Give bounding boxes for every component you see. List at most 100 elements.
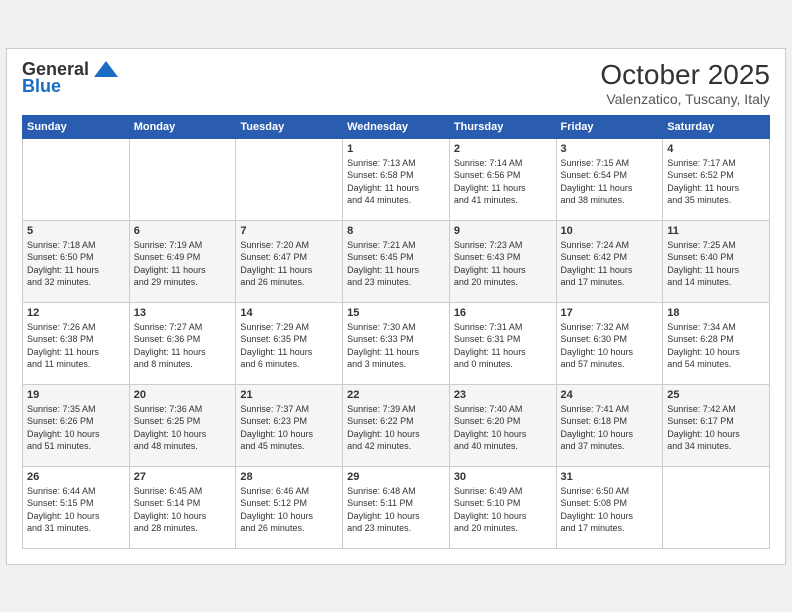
day-number: 17 xyxy=(561,307,659,319)
header-friday: Friday xyxy=(556,115,663,138)
day-number: 14 xyxy=(240,307,338,319)
weekday-header-row: Sunday Monday Tuesday Wednesday Thursday… xyxy=(23,115,770,138)
day-cell: 3 Sunrise: 7:15 AM Sunset: 6:54 PM Daylig… xyxy=(556,138,663,220)
day-info: Sunrise: 7:25 AM Sunset: 6:40 PM Dayligh… xyxy=(667,239,765,289)
day-cell: 22 Sunrise: 7:39 AM Sunset: 6:22 PM Dayli… xyxy=(343,384,450,466)
day-number: 13 xyxy=(134,307,232,319)
day-cell: 17 Sunrise: 7:32 AM Sunset: 6:30 PM Dayli… xyxy=(556,302,663,384)
day-info: Sunrise: 7:32 AM Sunset: 6:30 PM Dayligh… xyxy=(561,321,659,371)
header-wednesday: Wednesday xyxy=(343,115,450,138)
day-cell: 20 Sunrise: 7:36 AM Sunset: 6:25 PM Dayli… xyxy=(129,384,236,466)
header-sunday: Sunday xyxy=(23,115,130,138)
day-info: Sunrise: 7:29 AM Sunset: 6:35 PM Dayligh… xyxy=(240,321,338,371)
day-info: Sunrise: 7:41 AM Sunset: 6:18 PM Dayligh… xyxy=(561,403,659,453)
day-number: 10 xyxy=(561,225,659,237)
day-cell: 13Sunrise: 7:27 AM Sunset: 6:36 PM Dayli… xyxy=(129,302,236,384)
day-cell xyxy=(663,466,770,548)
day-number: 27 xyxy=(134,471,232,483)
day-number: 2 xyxy=(454,143,552,155)
day-cell: 28Sunrise: 6:46 AM Sunset: 5:12 PM Dayli… xyxy=(236,466,343,548)
day-info: Sunrise: 7:39 AM Sunset: 6:22 PM Dayligh… xyxy=(347,403,445,453)
calendar-container: General Blue October 2025 Valenzatico, T… xyxy=(6,48,786,565)
week-row-3: 12 Sunrise: 7:26 AM Sunset: 6:38 PM Dayli… xyxy=(23,302,770,384)
day-number: 11 xyxy=(667,225,765,237)
day-info: Sunrise: 7:15 AM Sunset: 6:54 PM Dayligh… xyxy=(561,157,659,207)
day-info: Sunrise: 7:42 AM Sunset: 6:17 PM Dayligh… xyxy=(667,403,765,453)
day-cell xyxy=(236,138,343,220)
day-number: 26 xyxy=(27,471,125,483)
day-info: Sunrise: 7:37 AM Sunset: 6:23 PM Dayligh… xyxy=(240,403,338,453)
day-number: 19 xyxy=(27,389,125,401)
day-cell: 4Sunrise: 7:17 AM Sunset: 6:52 PM Daylig… xyxy=(663,138,770,220)
day-info: Sunrise: 7:13 AM Sunset: 6:58 PM Dayligh… xyxy=(347,157,445,207)
day-info: Sunrise: 7:21 AM Sunset: 6:45 PM Dayligh… xyxy=(347,239,445,289)
day-cell: 23 Sunrise: 7:40 AM Sunset: 6:20 PM Dayli… xyxy=(449,384,556,466)
calendar-body: 1 Sunrise: 7:13 AM Sunset: 6:58 PM Daylig… xyxy=(23,138,770,548)
header-tuesday: Tuesday xyxy=(236,115,343,138)
day-number: 30 xyxy=(454,471,552,483)
day-cell: 5Sunrise: 7:18 AM Sunset: 6:50 PM Daylig… xyxy=(23,220,130,302)
day-number: 24 xyxy=(561,389,659,401)
day-info: Sunrise: 7:36 AM Sunset: 6:25 PM Dayligh… xyxy=(134,403,232,453)
month-title: October 2025 xyxy=(600,59,770,91)
day-number: 21 xyxy=(240,389,338,401)
day-cell: 11 Sunrise: 7:25 AM Sunset: 6:40 PM Dayli… xyxy=(663,220,770,302)
day-info: Sunrise: 6:45 AM Sunset: 5:14 PM Dayligh… xyxy=(134,485,232,535)
day-cell: 31 Sunrise: 6:50 AM Sunset: 5:08 PM Dayli… xyxy=(556,466,663,548)
day-cell: 6 Sunrise: 7:19 AM Sunset: 6:49 PM Daylig… xyxy=(129,220,236,302)
day-cell: 19 Sunrise: 7:35 AM Sunset: 6:26 PM Dayli… xyxy=(23,384,130,466)
day-number: 22 xyxy=(347,389,445,401)
day-cell: 15 Sunrise: 7:30 AM Sunset: 6:33 PM Dayli… xyxy=(343,302,450,384)
day-cell: 16Sunrise: 7:31 AM Sunset: 6:31 PM Dayli… xyxy=(449,302,556,384)
day-number: 3 xyxy=(561,143,659,155)
day-cell: 21 Sunrise: 7:37 AM Sunset: 6:23 PM Dayli… xyxy=(236,384,343,466)
day-cell: 9 Sunrise: 7:23 AM Sunset: 6:43 PM Daylig… xyxy=(449,220,556,302)
day-cell: 26 Sunrise: 6:44 AM Sunset: 5:15 PM Dayli… xyxy=(23,466,130,548)
day-number: 6 xyxy=(134,225,232,237)
header-area: General Blue October 2025 Valenzatico, T… xyxy=(22,59,770,107)
day-cell: 30 Sunrise: 6:49 AM Sunset: 5:10 PM Dayli… xyxy=(449,466,556,548)
title-area: October 2025 Valenzatico, Tuscany, Italy xyxy=(600,59,770,107)
header-thursday: Thursday xyxy=(449,115,556,138)
day-info: Sunrise: 7:17 AM Sunset: 6:52 PM Dayligh… xyxy=(667,157,765,207)
day-cell xyxy=(129,138,236,220)
day-info: Sunrise: 6:46 AM Sunset: 5:12 PM Dayligh… xyxy=(240,485,338,535)
day-number: 1 xyxy=(347,143,445,155)
day-info: Sunrise: 7:40 AM Sunset: 6:20 PM Dayligh… xyxy=(454,403,552,453)
day-cell: 18Sunrise: 7:34 AM Sunset: 6:28 PM Dayli… xyxy=(663,302,770,384)
day-info: Sunrise: 7:31 AM Sunset: 6:31 PM Dayligh… xyxy=(454,321,552,371)
day-number: 20 xyxy=(134,389,232,401)
day-number: 9 xyxy=(454,225,552,237)
day-info: Sunrise: 7:24 AM Sunset: 6:42 PM Dayligh… xyxy=(561,239,659,289)
day-info: Sunrise: 7:14 AM Sunset: 6:56 PM Dayligh… xyxy=(454,157,552,207)
day-info: Sunrise: 7:30 AM Sunset: 6:33 PM Dayligh… xyxy=(347,321,445,371)
day-number: 18 xyxy=(667,307,765,319)
week-row-5: 26 Sunrise: 6:44 AM Sunset: 5:15 PM Dayli… xyxy=(23,466,770,548)
week-row-4: 19 Sunrise: 7:35 AM Sunset: 6:26 PM Dayli… xyxy=(23,384,770,466)
day-info: Sunrise: 6:44 AM Sunset: 5:15 PM Dayligh… xyxy=(27,485,125,535)
day-number: 15 xyxy=(347,307,445,319)
week-row-1: 1 Sunrise: 7:13 AM Sunset: 6:58 PM Daylig… xyxy=(23,138,770,220)
logo: General Blue xyxy=(22,59,120,97)
day-cell: 25Sunrise: 7:42 AM Sunset: 6:17 PM Dayli… xyxy=(663,384,770,466)
day-info: Sunrise: 7:18 AM Sunset: 6:50 PM Dayligh… xyxy=(27,239,125,289)
day-cell: 1 Sunrise: 7:13 AM Sunset: 6:58 PM Daylig… xyxy=(343,138,450,220)
day-number: 23 xyxy=(454,389,552,401)
day-info: Sunrise: 7:35 AM Sunset: 6:26 PM Dayligh… xyxy=(27,403,125,453)
day-info: Sunrise: 6:49 AM Sunset: 5:10 PM Dayligh… xyxy=(454,485,552,535)
logo-blue: Blue xyxy=(22,76,61,97)
day-number: 29 xyxy=(347,471,445,483)
day-cell: 29 Sunrise: 6:48 AM Sunset: 5:11 PM Dayli… xyxy=(343,466,450,548)
day-info: Sunrise: 7:23 AM Sunset: 6:43 PM Dayligh… xyxy=(454,239,552,289)
day-info: Sunrise: 6:50 AM Sunset: 5:08 PM Dayligh… xyxy=(561,485,659,535)
day-cell: 12 Sunrise: 7:26 AM Sunset: 6:38 PM Dayli… xyxy=(23,302,130,384)
header-monday: Monday xyxy=(129,115,236,138)
day-number: 12 xyxy=(27,307,125,319)
day-number: 31 xyxy=(561,471,659,483)
day-info: Sunrise: 6:48 AM Sunset: 5:11 PM Dayligh… xyxy=(347,485,445,535)
day-info: Sunrise: 7:26 AM Sunset: 6:38 PM Dayligh… xyxy=(27,321,125,371)
day-cell: 7Sunrise: 7:20 AM Sunset: 6:47 PM Daylig… xyxy=(236,220,343,302)
day-info: Sunrise: 7:19 AM Sunset: 6:49 PM Dayligh… xyxy=(134,239,232,289)
header-saturday: Saturday xyxy=(663,115,770,138)
day-info: Sunrise: 7:20 AM Sunset: 6:47 PM Dayligh… xyxy=(240,239,338,289)
